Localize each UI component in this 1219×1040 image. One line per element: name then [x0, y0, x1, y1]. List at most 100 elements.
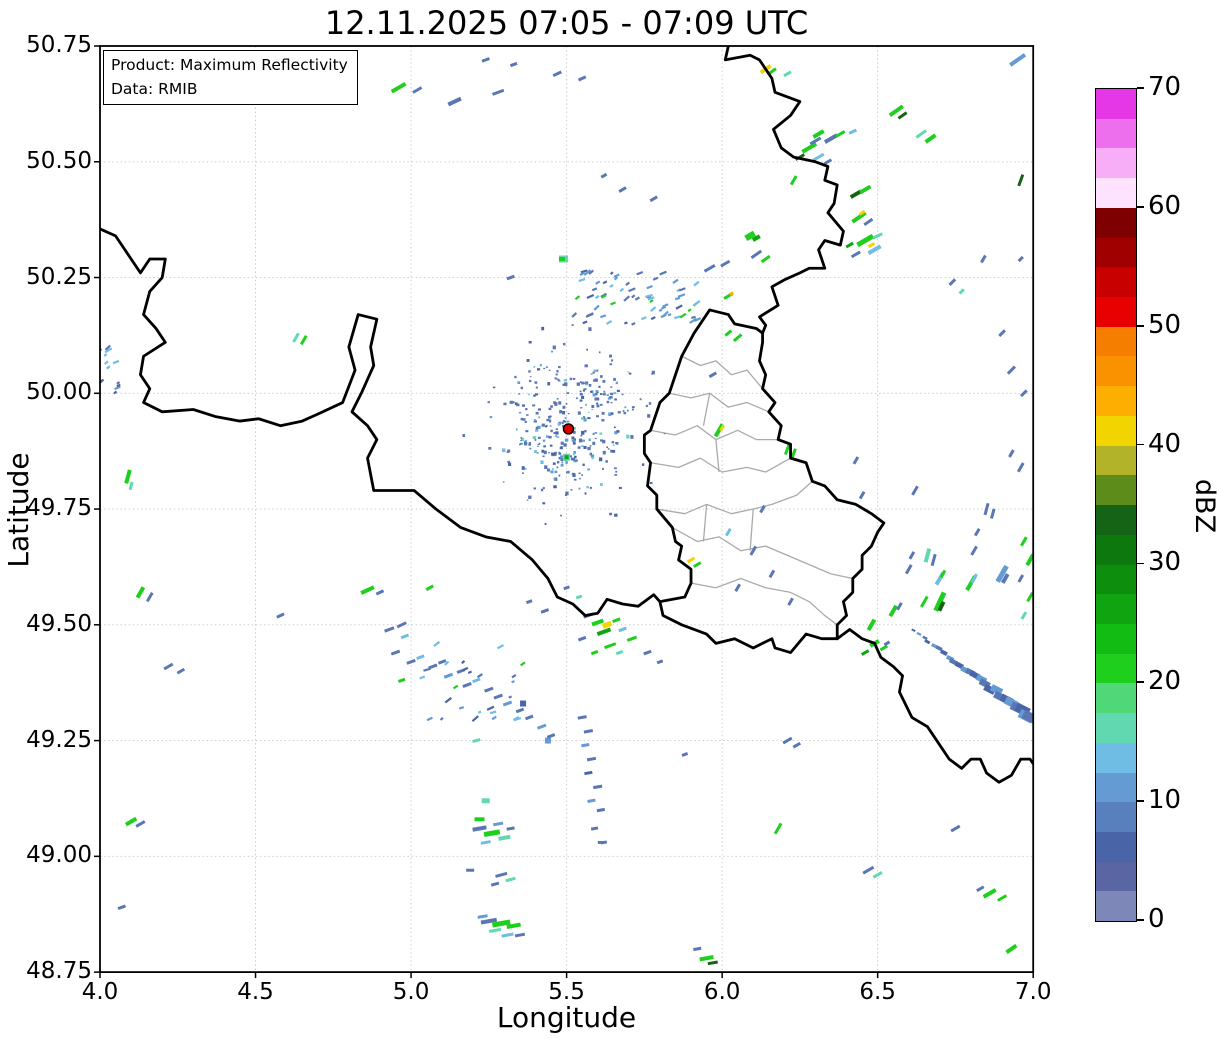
echo-streak [930, 553, 937, 567]
y-tick-label: 49.00 [26, 842, 92, 869]
echo-streak [176, 667, 186, 675]
echo-streak [615, 649, 624, 656]
echo-streak [783, 70, 792, 78]
echo-streak [760, 254, 771, 264]
echo-streak [888, 604, 898, 618]
colorbar-tick-label: 20 [1148, 666, 1182, 697]
x-tick-label: 5.0 [392, 979, 430, 1005]
echo-streak [583, 729, 594, 734]
echo-streak [773, 822, 783, 835]
echo-streak [128, 481, 134, 491]
y-tick-label: 50.00 [26, 379, 92, 406]
colorbar-tick-label: 0 [1148, 904, 1165, 934]
colorbar-band [1096, 623, 1136, 654]
echo-streak [575, 594, 583, 600]
echo-streak [515, 707, 525, 714]
echo-streak [525, 714, 534, 721]
colorbar-tick-mark [1136, 87, 1144, 89]
speckle-clouds [100, 269, 702, 722]
echo-streak [472, 677, 481, 684]
echo-streak [577, 635, 587, 642]
echo-streak [693, 946, 702, 952]
echo-streak [299, 334, 308, 346]
echo-streak [792, 741, 802, 749]
echo-streak [596, 807, 606, 813]
echo-streak [584, 770, 593, 776]
echo-streak [124, 469, 132, 484]
radar-site-marker [562, 423, 575, 435]
colorbar-tick-mark [1136, 919, 1144, 921]
echo-streak [896, 602, 903, 611]
echo-streak [643, 649, 652, 656]
echo-streak [872, 871, 883, 879]
echo-streak [1026, 591, 1034, 603]
echo-streak [135, 586, 146, 599]
echo-streak [502, 700, 513, 707]
colorbar-tick-label: 10 [1148, 785, 1182, 816]
echo-streak [850, 250, 861, 259]
echo-streak [145, 591, 154, 603]
echo-streak [1016, 462, 1025, 473]
echo-streak [462, 682, 472, 688]
echo-streak [509, 61, 518, 68]
echo-streak [787, 597, 794, 606]
colorbar-band [1096, 683, 1136, 714]
echo-streak [163, 662, 174, 671]
echo-streak [546, 733, 556, 739]
echo-streak [997, 894, 1008, 902]
echo-streak [612, 617, 621, 623]
colorbar-tick-label: 70 [1148, 72, 1182, 102]
product-info-line1: Product: Maximum Reflectivity [111, 56, 348, 74]
colorbar-band [1096, 713, 1136, 743]
echo-streak [498, 834, 511, 841]
echo-streak [506, 274, 515, 281]
colorbar-tick-label: 40 [1148, 428, 1182, 459]
plot-title: 12.11.2025 07:05 - 07:09 UTC [324, 4, 809, 42]
echo-streak [848, 128, 858, 135]
echo-streak [596, 627, 612, 637]
echo-streak [708, 371, 718, 379]
echo-streak [879, 644, 889, 652]
colorbar-tick-label: 30 [1148, 547, 1182, 578]
echo-streak [591, 618, 605, 627]
y-tick-label: 50.50 [26, 147, 92, 174]
echo-streak [492, 821, 504, 827]
echo-streak [477, 914, 488, 919]
region-borders [650, 355, 853, 626]
colorbar-band [1096, 772, 1136, 803]
echo-streak [858, 490, 866, 500]
colorbar-tick-mark [1136, 443, 1144, 446]
echo-streak [491, 919, 511, 928]
colorbar-band [1096, 594, 1136, 624]
colorbar-tick-mark [1136, 681, 1144, 684]
y-tick-label: 50.75 [26, 32, 92, 58]
x-tick-label: 6.5 [859, 979, 896, 1005]
echo-streak [845, 241, 854, 249]
colorbar-band [1096, 297, 1136, 327]
echo-streak [626, 635, 638, 642]
x-tick-label: 7.0 [1014, 979, 1052, 1005]
colorbar-tick-mark [1136, 800, 1144, 803]
axis-tick-marks [94, 45, 1034, 979]
colorbar-band [1096, 891, 1136, 922]
echo-streak [1020, 536, 1028, 547]
echo-streak [375, 589, 385, 596]
echo-streak [970, 545, 978, 556]
echo-streak [514, 932, 526, 938]
echo-streak [923, 548, 932, 563]
colorbar-band [1096, 505, 1136, 535]
echo-streak [443, 672, 454, 679]
echo-streak [590, 826, 599, 831]
echo-streak [577, 75, 587, 82]
echo-streak [540, 608, 550, 614]
echo-streak [725, 527, 732, 537]
echo-streak [863, 217, 874, 227]
echo-streak [506, 826, 515, 831]
echo-streak [681, 752, 689, 757]
echo-streak [990, 508, 996, 519]
echo-streak [707, 960, 718, 966]
x-tick-label: 6.0 [703, 979, 741, 1005]
echo-streak [897, 111, 908, 120]
echo-streak [835, 130, 846, 138]
echo-streak [484, 686, 494, 693]
